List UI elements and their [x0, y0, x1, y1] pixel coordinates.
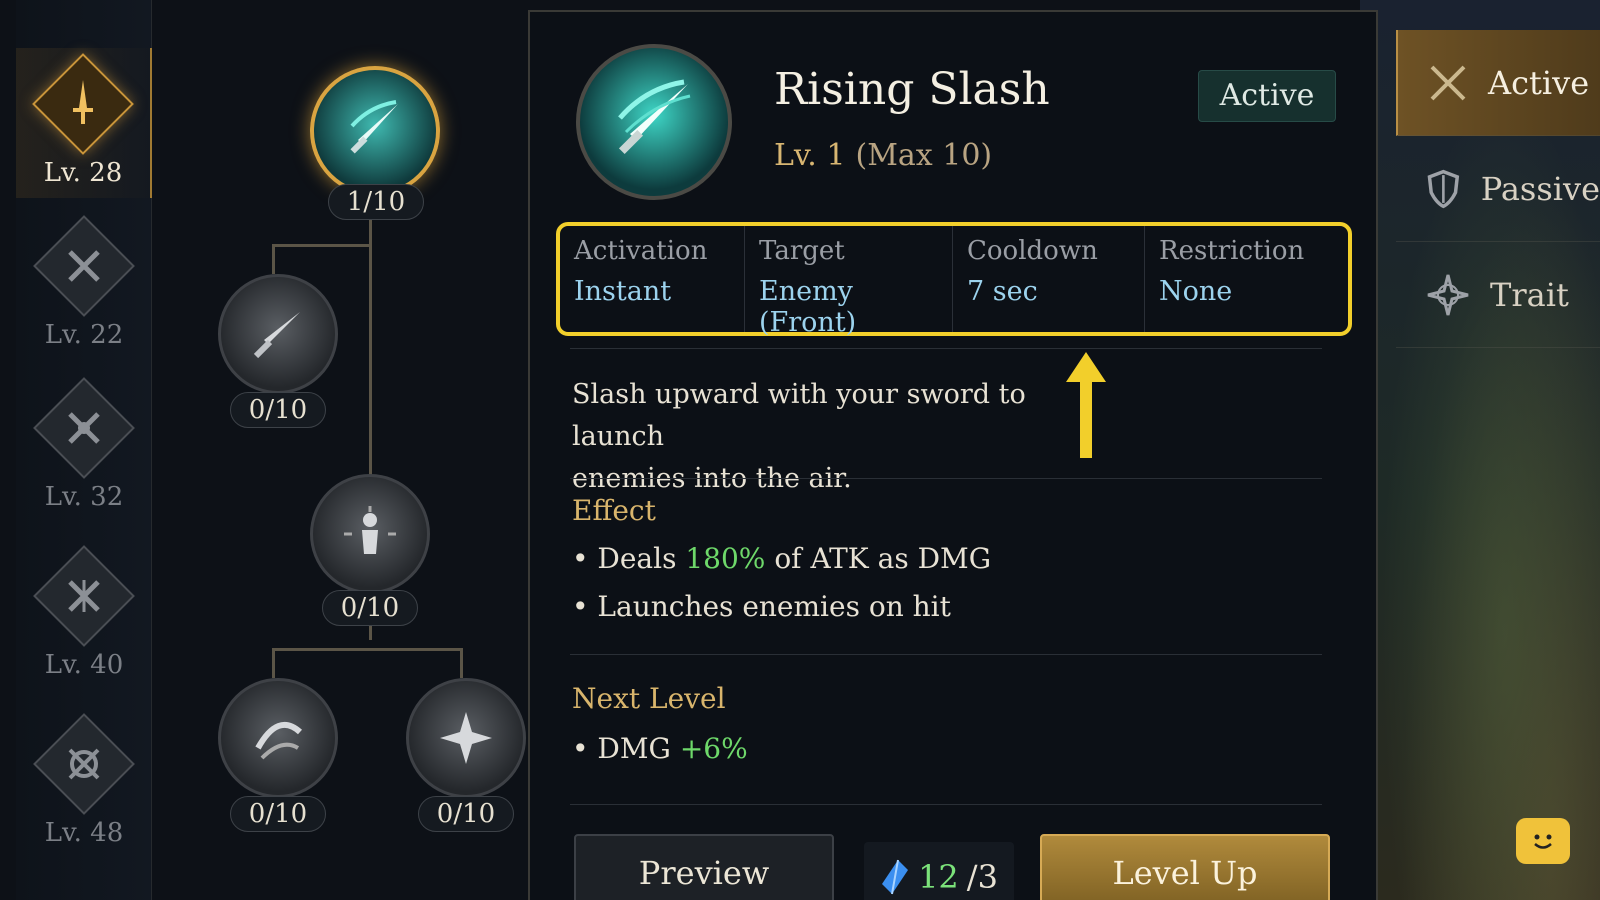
tree-connector	[460, 648, 463, 678]
tab-label: Active	[1488, 63, 1590, 102]
divider	[570, 348, 1322, 349]
description-line: Slash upward with your sword to launch	[572, 379, 1026, 452]
level-item-48[interactable]: Lv. 48	[16, 708, 152, 858]
skill-description: Slash upward with your sword to launch e…	[572, 374, 1092, 500]
info-value: 7 sec	[967, 276, 1038, 307]
impact-burst-icon	[440, 712, 492, 764]
sword-slash-icon	[350, 100, 398, 154]
sword-slash-icon	[618, 79, 691, 155]
skill-level: Lv. 1 (Max 10)	[774, 138, 992, 173]
cost-owned: 12	[918, 858, 959, 896]
next-level-item: • DMG +6%	[572, 732, 748, 765]
skill-detail-panel: Rising Slash Lv. 1 (Max 10) Active Activa…	[528, 10, 1378, 900]
whirlwind-icon	[255, 721, 303, 760]
effect-item: • Launches enemies on hit	[572, 590, 951, 623]
locked-emblem-icon	[33, 713, 135, 815]
locked-emblem-icon	[33, 377, 135, 479]
info-target: Target Enemy (Front)	[744, 226, 952, 338]
level-label: Lv. 48	[44, 818, 124, 848]
effect-item: • Deals 180% of ATK as DMG	[572, 542, 991, 575]
cost-required: /3	[966, 858, 998, 896]
next-level-text: • DMG	[572, 732, 680, 765]
skill-icon	[576, 44, 732, 200]
skill-tree: 1/10 0/10 0/10 0/10 0/10	[160, 0, 526, 900]
effect-text: of ATK as DMG	[765, 542, 992, 575]
skill-info-box: Activation Instant Target Enemy (Front) …	[556, 222, 1352, 338]
level-label: Lv. 40	[44, 650, 124, 680]
level-column: Lv. 28 Lv. 22 Lv. 32 Lv. 40 Lv. 48	[16, 0, 152, 900]
skill-level-max: (Max 10)	[855, 138, 993, 173]
divider	[570, 478, 1322, 479]
crystal-icon	[882, 859, 909, 895]
crossed-swords-icon	[1430, 65, 1466, 100]
node-count: 0/10	[230, 392, 326, 428]
info-value: Enemy (Front)	[759, 276, 857, 338]
skill-node-rising-slash[interactable]	[310, 66, 440, 196]
info-header: Restriction	[1159, 236, 1305, 266]
tab-label: Passive	[1480, 169, 1600, 208]
effect-text: • Deals	[572, 542, 686, 575]
level-up-button[interactable]: Level Up	[1040, 834, 1330, 900]
info-header: Activation	[574, 236, 708, 266]
info-header: Cooldown	[967, 236, 1098, 266]
node-count: 0/10	[322, 590, 418, 626]
skill-type-badge: Active	[1198, 70, 1336, 122]
tree-connector	[272, 244, 275, 274]
node-count: 0/10	[418, 796, 514, 832]
tree-connector	[272, 648, 462, 651]
effect-header: Effect	[572, 494, 656, 527]
info-value: Instant	[574, 276, 672, 307]
skill-category-tabs: Active Passive Trait	[1396, 30, 1600, 348]
preview-button[interactable]: Preview	[574, 834, 834, 900]
node-count: 0/10	[230, 796, 326, 832]
compass-star-icon	[1427, 274, 1469, 315]
level-label: Lv. 22	[44, 320, 124, 350]
info-activation: Activation Instant	[560, 226, 744, 332]
divider	[570, 654, 1322, 655]
warrior-burst-icon	[344, 506, 396, 554]
level-item-22[interactable]: Lv. 22	[16, 210, 152, 360]
level-up-cost: 12/3	[864, 842, 1014, 900]
tab-active[interactable]: Active	[1396, 30, 1600, 136]
sword-burst-icon	[253, 312, 300, 359]
tab-passive[interactable]: Passive	[1396, 136, 1600, 242]
sword-emblem-icon	[32, 53, 134, 155]
shield-icon	[1427, 169, 1460, 208]
next-level-value: +6%	[679, 732, 748, 765]
tree-connector	[272, 244, 370, 247]
skill-node[interactable]	[406, 678, 526, 798]
skill-title: Rising Slash	[774, 64, 1050, 115]
info-header: Target	[759, 236, 845, 266]
divider	[570, 804, 1322, 805]
locked-emblem-icon	[33, 545, 135, 647]
info-value: None	[1159, 276, 1233, 307]
level-item-32[interactable]: Lv. 32	[16, 372, 152, 522]
next-level-header: Next Level	[572, 682, 726, 715]
skill-node[interactable]	[310, 474, 430, 594]
skill-node[interactable]	[218, 678, 338, 798]
up-arrow-icon	[1066, 352, 1106, 458]
tree-connector	[272, 648, 275, 678]
info-cooldown: Cooldown 7 sec	[952, 226, 1144, 332]
node-count: 1/10	[328, 184, 424, 220]
chat-smiley-button[interactable]	[1516, 818, 1570, 864]
level-item-40[interactable]: Lv. 40	[16, 540, 152, 690]
tab-trait[interactable]: Trait	[1396, 242, 1600, 348]
skill-node[interactable]	[218, 274, 338, 394]
level-label: Lv. 32	[44, 482, 124, 512]
locked-emblem-icon	[33, 215, 135, 317]
tab-label: Trait	[1490, 275, 1569, 314]
smiley-icon	[1534, 834, 1552, 849]
level-item-28[interactable]: Lv. 28	[16, 48, 152, 198]
level-label: Lv. 28	[43, 158, 123, 188]
info-restriction: Restriction None	[1144, 226, 1344, 332]
effect-value: 180%	[685, 542, 766, 575]
skill-level-current: Lv. 1	[774, 138, 846, 173]
